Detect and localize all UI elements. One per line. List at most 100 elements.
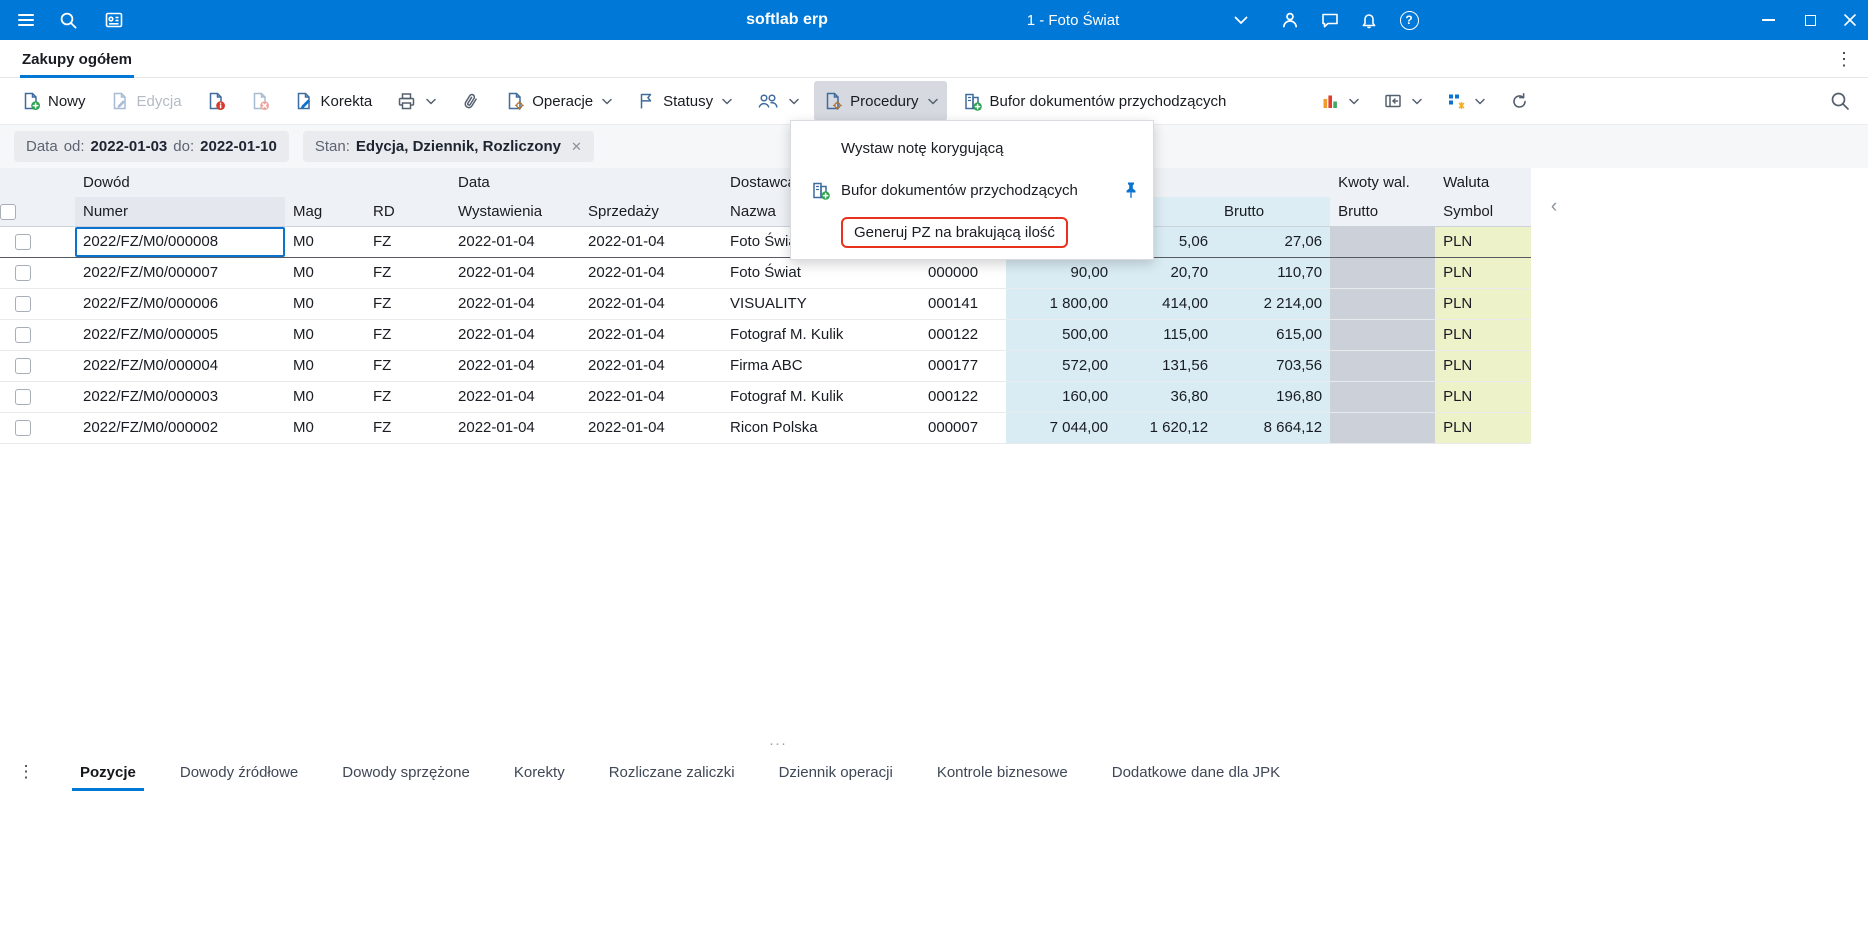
statusy-button[interactable]: Statusy	[627, 81, 741, 121]
cell-kwoty_brutto	[1330, 225, 1436, 258]
row-checkbox[interactable]	[14, 296, 31, 313]
row-select-cell	[0, 381, 45, 413]
document-info-icon	[206, 91, 226, 111]
chat-icon[interactable]	[1312, 0, 1348, 40]
column-header-numer[interactable]: Numer	[75, 197, 285, 227]
refresh-icon	[1509, 91, 1530, 112]
row-checkbox[interactable]	[14, 234, 31, 251]
search-icon[interactable]	[50, 0, 86, 40]
row-select-cell	[0, 350, 45, 382]
bell-icon[interactable]	[1351, 0, 1387, 40]
table-row[interactable]: 2022/FZ/M0/000003 M0 FZ 2022-01-04 2022-01-0…	[0, 381, 1532, 413]
korekta-button[interactable]: Korekta	[285, 81, 382, 121]
document-info-button[interactable]	[197, 81, 235, 121]
contacts-icon[interactable]	[96, 0, 132, 40]
cell-brutto: 110,70	[1216, 257, 1331, 289]
company-selector[interactable]: 1 - Foto Świat	[960, 0, 1186, 40]
row-status-cell	[45, 319, 75, 351]
chart-button[interactable]	[1311, 81, 1368, 121]
user-icon[interactable]	[1272, 0, 1308, 40]
bottom-tab-dowody-zrodlowe[interactable]: Dowody źródłowe	[180, 752, 298, 792]
cell-dostawca_numer: 000000	[920, 257, 1007, 289]
column-header-kwoty-brutto[interactable]: Brutto	[1330, 197, 1436, 227]
people-button[interactable]	[747, 81, 808, 121]
cell-rd: FZ	[365, 319, 451, 351]
menu-item-bufor[interactable]: Bufor dokumentów przychodzących	[791, 169, 1153, 211]
column-header-brutto[interactable]: Brutto	[1216, 197, 1331, 227]
bottom-tab-dodatkowe-dane-jpk[interactable]: Dodatkowe dane dla JPK	[1112, 752, 1280, 792]
tab-zakupy-ogolem[interactable]: Zakupy ogółem	[20, 40, 135, 78]
table-row[interactable]: 2022/FZ/M0/000006 M0 FZ 2022-01-04 2022-01-0…	[0, 288, 1532, 320]
bottom-tab-pozycje[interactable]: Pozycje	[72, 752, 144, 792]
column-header-mag[interactable]: Mag	[285, 197, 365, 227]
operations-icon	[505, 91, 525, 111]
row-checkbox[interactable]	[14, 420, 31, 437]
cell-vat: 20,70	[1116, 257, 1217, 289]
table-row[interactable]: 2022/FZ/M0/000002 M0 FZ 2022-01-04 2022-01-0…	[0, 412, 1532, 444]
print-button[interactable]	[387, 81, 445, 121]
close-icon[interactable]	[1832, 0, 1868, 40]
bottom-tab-korekty[interactable]: Korekty	[514, 752, 565, 792]
row-checkbox[interactable]	[14, 358, 31, 375]
column-header-rd[interactable]: RD	[365, 197, 451, 227]
document-delete-button[interactable]	[241, 81, 279, 121]
cell-kwoty_brutto	[1330, 412, 1436, 444]
bufor-button[interactable]: Bufor dokumentów przychodzących	[953, 81, 1236, 121]
table-row[interactable]: 2022/FZ/M0/000005 M0 FZ 2022-01-04 2022-01-0…	[0, 319, 1532, 351]
collapse-columns-icon[interactable]	[1543, 196, 1565, 218]
maximize-icon[interactable]	[1790, 0, 1830, 40]
overflow-menu-icon[interactable]	[16, 762, 36, 782]
overflow-menu-icon[interactable]	[1830, 40, 1858, 78]
nowy-button[interactable]: Nowy	[12, 81, 95, 121]
cell-sprzedazy: 2022-01-04	[580, 381, 723, 413]
filter-chip-data[interactable]: Data od: 2022-01-03 do: 2022-01-10	[14, 131, 289, 162]
refresh-button[interactable]	[1500, 81, 1539, 121]
cell-netto: 572,00	[1006, 350, 1117, 382]
cell-numer: 2022/FZ/M0/000005	[75, 319, 285, 351]
cell-wystawienia: 2022-01-04	[450, 288, 581, 320]
bottom-tab-dowody-sprzezone[interactable]: Dowody sprzężone	[342, 752, 470, 792]
row-checkbox[interactable]	[14, 265, 31, 282]
row-checkbox[interactable]	[14, 389, 31, 406]
pin-icon[interactable]	[1123, 181, 1139, 199]
minimize-icon[interactable]	[1748, 0, 1788, 40]
cell-kwoty_brutto	[1330, 381, 1436, 413]
filter-chip-stan[interactable]: Stan: Edycja, Dziennik, Rozliczony	[302, 131, 594, 162]
korekta-label: Korekta	[320, 92, 373, 110]
bottom-tab-rozliczane-zaliczki[interactable]: Rozliczane zaliczki	[609, 752, 735, 792]
row-checkbox[interactable]	[14, 327, 31, 344]
panel-button[interactable]	[1374, 81, 1431, 121]
view-settings-button[interactable]	[1437, 81, 1494, 121]
column-header-symbol[interactable]: Symbol	[1435, 197, 1532, 227]
cell-rd: FZ	[365, 225, 451, 258]
drag-handle-icon[interactable]	[0, 735, 1556, 752]
menu-item-generuj-pz[interactable]: Generuj PZ na brakującą ilość	[791, 211, 1153, 253]
documents-grid: Dowód Data Dostawca Kwoty wal. Waluta Nu…	[0, 168, 1532, 444]
attachments-button[interactable]	[451, 81, 490, 121]
bottom-tab-dziennik-operacji[interactable]: Dziennik operacji	[779, 752, 893, 792]
cell-nazwa: Fotograf M. Kulik	[722, 381, 921, 413]
chevron-down-icon[interactable]	[1226, 0, 1256, 40]
procedury-button[interactable]: Procedury	[814, 81, 947, 121]
remove-filter-icon[interactable]	[571, 138, 582, 155]
procedures-icon	[823, 91, 843, 111]
edycja-button[interactable]: Edycja	[101, 81, 191, 121]
table-row[interactable]: 2022/FZ/M0/000007 M0 FZ 2022-01-04 2022-01-0…	[0, 257, 1532, 289]
bottom-tab-kontrole-biznesowe[interactable]: Kontrole biznesowe	[937, 752, 1068, 792]
cell-symbol: PLN	[1435, 319, 1532, 351]
table-row[interactable]: 2022/FZ/M0/000004 M0 FZ 2022-01-04 2022-01-0…	[0, 350, 1532, 382]
incoming-buffer-icon	[807, 180, 833, 201]
cell-mag: M0	[285, 381, 365, 413]
bufor-label: Bufor dokumentów przychodzących	[989, 92, 1227, 110]
menu-item-wystaw-note[interactable]: Wystaw notę korygującą	[791, 127, 1153, 169]
table-search-button[interactable]	[1820, 81, 1860, 121]
column-header-wystawienia[interactable]: Wystawienia	[450, 197, 581, 227]
menu-icon[interactable]	[8, 0, 44, 40]
select-all-checkbox[interactable]	[0, 203, 16, 220]
cell-sprzedazy: 2022-01-04	[580, 412, 723, 444]
help-icon[interactable]	[1391, 0, 1427, 40]
table-row[interactable]: 2022/FZ/M0/000008 M0 FZ 2022-01-04 2022-01-0…	[0, 225, 1532, 258]
column-header-sprzedazy[interactable]: Sprzedaży	[580, 197, 723, 227]
operacje-button[interactable]: Operacje	[496, 81, 621, 121]
cell-wystawienia: 2022-01-04	[450, 257, 581, 289]
